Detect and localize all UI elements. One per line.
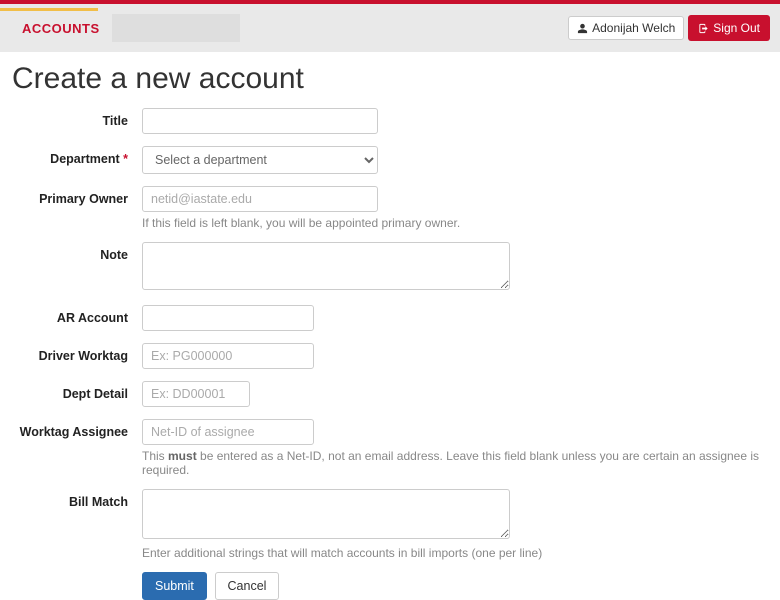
- label-bill-match: Bill Match: [12, 489, 142, 509]
- signout-label: Sign Out: [713, 21, 760, 35]
- ar-account-input[interactable]: [142, 305, 314, 331]
- nav-right: Adonijah Welch Sign Out: [568, 15, 770, 41]
- page-title: Create a new account: [12, 62, 768, 96]
- create-account-form: Title Department * Select a department P…: [0, 108, 780, 600]
- bill-match-textarea[interactable]: [142, 489, 510, 539]
- nav-placeholder: [112, 14, 240, 42]
- signout-icon: [698, 23, 709, 34]
- label-dept-detail: Dept Detail: [12, 381, 142, 401]
- label-department: Department *: [12, 146, 142, 166]
- help-primary-owner: If this field is left blank, you will be…: [142, 216, 768, 230]
- submit-button[interactable]: Submit: [142, 572, 207, 600]
- user-chip[interactable]: Adonijah Welch: [568, 16, 684, 40]
- label-driver-worktag: Driver Worktag: [12, 343, 142, 363]
- form-actions: Submit Cancel: [142, 572, 768, 600]
- label-primary-owner: Primary Owner: [12, 186, 142, 206]
- label-note: Note: [12, 242, 142, 262]
- label-worktag-assignee: Worktag Assignee: [12, 419, 142, 439]
- worktag-assignee-input[interactable]: [142, 419, 314, 445]
- note-textarea[interactable]: [142, 242, 510, 290]
- brand-accent: [0, 8, 98, 11]
- help-bill-match: Enter additional strings that will match…: [142, 546, 768, 560]
- title-input[interactable]: [142, 108, 378, 134]
- navbar: ACCOUNTS Adonijah Welch Sign Out: [0, 4, 780, 52]
- primary-owner-input[interactable]: [142, 186, 378, 212]
- signout-button[interactable]: Sign Out: [688, 15, 770, 41]
- user-name: Adonijah Welch: [592, 21, 675, 35]
- help-worktag-assignee: This must be entered as a Net-ID, not an…: [142, 449, 768, 477]
- label-title: Title: [12, 108, 142, 128]
- driver-worktag-input[interactable]: [142, 343, 314, 369]
- dept-detail-input[interactable]: [142, 381, 250, 407]
- department-select[interactable]: Select a department: [142, 146, 378, 174]
- cancel-button[interactable]: Cancel: [215, 572, 280, 600]
- label-ar-account: AR Account: [12, 305, 142, 325]
- brand-title[interactable]: ACCOUNTS: [10, 21, 112, 36]
- user-icon: [577, 23, 588, 34]
